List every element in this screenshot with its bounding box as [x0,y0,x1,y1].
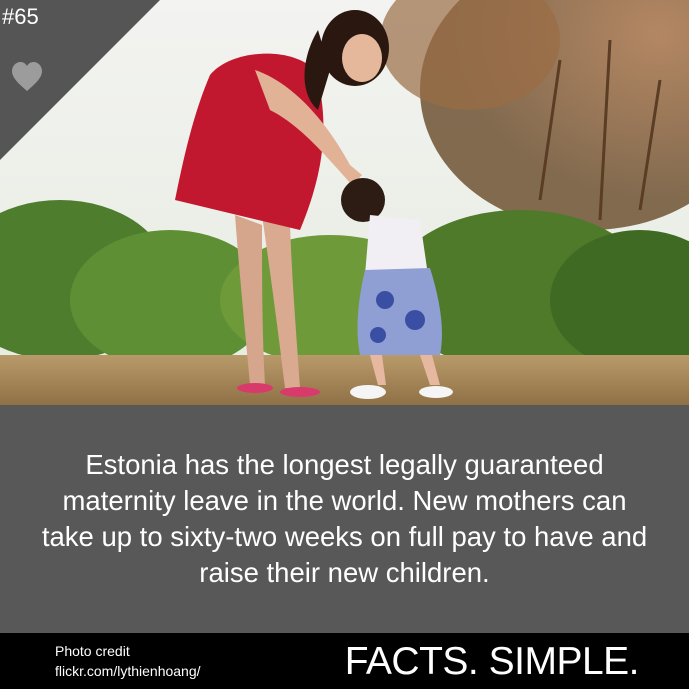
brand-wordmark: FACTS. SIMPLE. [344,640,640,683]
fact-panel: Estonia has the longest legally guarante… [0,405,689,633]
photo-credit-source-link[interactable]: flickr.com/lythienhoang/ [55,661,201,681]
photo-credit-label: Photo credit [55,643,130,659]
photo-credit: Photo credit flickr.com/lythienhoang/ [55,641,201,681]
fact-text: Estonia has the longest legally guarante… [41,449,648,588]
heart-icon[interactable] [10,60,44,94]
fact-number-badge: #65 [0,0,160,160]
fact-number: #65 [2,4,39,29]
footer-bar: Photo credit flickr.com/lythienhoang/ FA… [0,633,689,689]
